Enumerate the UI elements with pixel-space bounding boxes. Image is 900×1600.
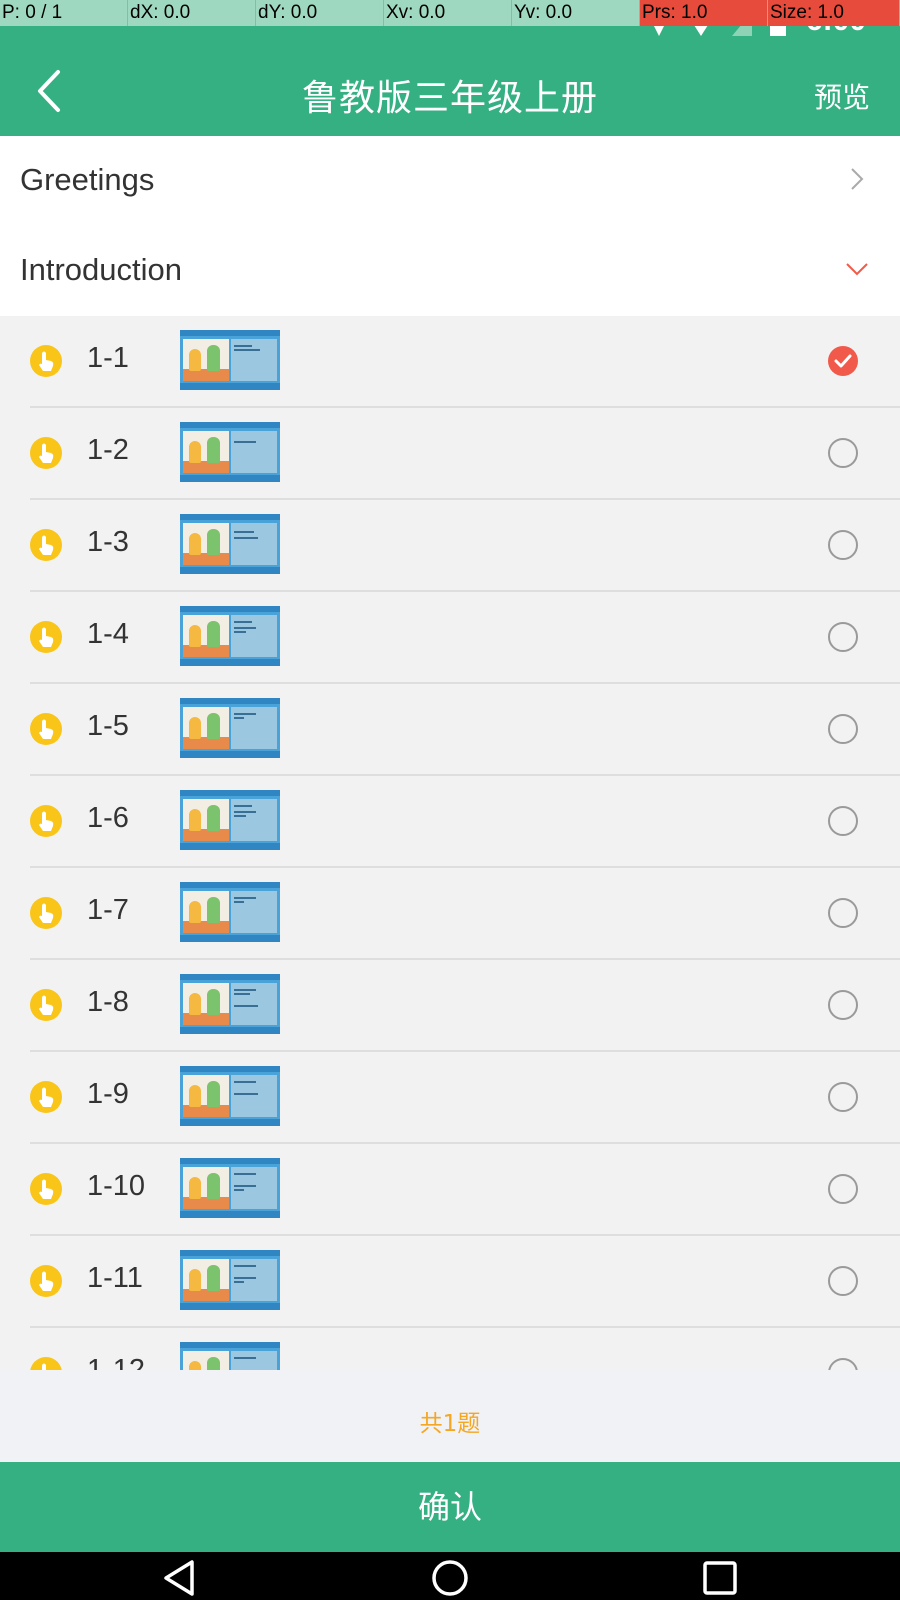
lesson-checkbox[interactable]: [828, 1266, 858, 1296]
lesson-thumbnail: [180, 1250, 280, 1310]
hand-tap-icon: [30, 345, 62, 377]
nav-home-icon[interactable]: [430, 1558, 470, 1598]
lesson-row[interactable]: 1-10: [0, 1144, 900, 1236]
system-nav-bar: [0, 1552, 900, 1600]
lesson-row[interactable]: 1-8: [0, 960, 900, 1052]
nav-recents-icon[interactable]: [700, 1558, 740, 1598]
debug-size: Size: 1.0: [768, 0, 900, 26]
lesson-row[interactable]: 1-11: [0, 1236, 900, 1328]
pointer-debug-overlay: P: 0 / 1 dX: 0.0 dY: 0.0 Xv: 0.0 Yv: 0.0…: [0, 0, 900, 26]
lesson-number: 1-6: [87, 802, 129, 834]
lesson-row[interactable]: 1-6: [0, 776, 900, 868]
lesson-thumbnail: [180, 514, 280, 574]
debug-pointer-count: P: 0 / 1: [0, 0, 128, 26]
lesson-checkbox[interactable]: [828, 806, 858, 836]
lesson-thumbnail: [180, 1158, 280, 1218]
lesson-row[interactable]: 1-5: [0, 684, 900, 776]
debug-yv: Yv: 0.0: [512, 0, 640, 26]
lesson-number: 1-8: [87, 986, 129, 1018]
chevron-down-icon: [846, 263, 868, 276]
lesson-number: 1-7: [87, 894, 129, 926]
lesson-number: 1-1: [87, 342, 129, 374]
chevron-right-icon: [851, 168, 864, 190]
hand-tap-icon: [30, 1081, 62, 1113]
lesson-checkbox[interactable]: [828, 438, 858, 468]
lesson-checkbox[interactable]: [828, 714, 858, 744]
debug-pressure: Prs: 1.0: [640, 0, 768, 26]
hand-tap-icon: [30, 437, 62, 469]
lesson-thumbnail: [180, 882, 280, 942]
lesson-thumbnail: [180, 698, 280, 758]
lesson-row[interactable]: 1-7: [0, 868, 900, 960]
debug-dy: dY: 0.0: [256, 0, 384, 26]
page-title: 鲁教版三年级上册: [301, 78, 598, 119]
lesson-row[interactable]: 1-12: [0, 1328, 900, 1370]
section-label: Introduction: [20, 252, 182, 287]
lesson-checkbox[interactable]: [828, 1358, 858, 1370]
hand-tap-icon: [30, 897, 62, 929]
hand-tap-icon: [30, 1265, 62, 1297]
check-icon: [834, 354, 852, 368]
lesson-number: 1-5: [87, 710, 129, 742]
hand-tap-icon: [30, 1173, 62, 1205]
section-greetings[interactable]: Greetings: [0, 136, 900, 226]
hand-tap-icon: [30, 1357, 62, 1370]
lesson-checkbox[interactable]: [828, 1082, 858, 1112]
lesson-thumbnail: [180, 1066, 280, 1126]
lesson-checkbox[interactable]: [828, 1174, 858, 1204]
lesson-thumbnail: [180, 422, 280, 482]
selection-count: 共1题: [419, 1411, 481, 1437]
hand-tap-icon: [30, 529, 62, 561]
lesson-thumbnail: [180, 330, 280, 390]
hand-tap-icon: [30, 989, 62, 1021]
selection-count-bar: 共1题: [0, 1370, 900, 1462]
lesson-number: 1-10: [87, 1170, 146, 1202]
lesson-thumbnail: [180, 1342, 280, 1370]
section-introduction[interactable]: Introduction: [0, 226, 900, 316]
section-label: Greetings: [20, 162, 155, 197]
lesson-number: 1-2: [87, 434, 129, 466]
app-bar: 鲁教版三年级上册 预览: [0, 26, 900, 136]
lesson-number: 1-4: [87, 618, 129, 650]
lesson-row[interactable]: 1-4: [0, 592, 900, 684]
lesson-row[interactable]: 1-2: [0, 408, 900, 500]
confirm-button[interactable]: 确认: [0, 1462, 900, 1552]
lesson-checkbox-checked[interactable]: [828, 346, 858, 376]
lesson-thumbnail: [180, 974, 280, 1034]
lesson-checkbox[interactable]: [828, 622, 858, 652]
lesson-number: 1-12: [87, 1354, 146, 1370]
nav-back-icon[interactable]: [160, 1558, 200, 1598]
lesson-thumbnail: [180, 606, 280, 666]
lesson-number: 1-9: [87, 1078, 129, 1110]
preview-button[interactable]: 预览: [814, 76, 870, 116]
hand-tap-icon: [30, 713, 62, 745]
hand-tap-icon: [30, 621, 62, 653]
debug-xv: Xv: 0.0: [384, 0, 512, 26]
lesson-checkbox[interactable]: [828, 898, 858, 928]
lesson-checkbox[interactable]: [828, 530, 858, 560]
lesson-row[interactable]: 1-3: [0, 500, 900, 592]
lesson-number: 1-11: [87, 1262, 143, 1294]
lesson-checkbox[interactable]: [828, 990, 858, 1020]
hand-tap-icon: [30, 805, 62, 837]
lesson-number: 1-3: [87, 526, 129, 558]
lesson-list[interactable]: 1-1 1-2 1-3 1-4 1-5 1-6 1-7 1-8 1-9 1-10 1-11 1-12: [0, 316, 900, 1370]
lesson-row[interactable]: 1-9: [0, 1052, 900, 1144]
debug-dx: dX: 0.0: [128, 0, 256, 26]
lesson-row[interactable]: 1-1: [0, 316, 900, 408]
lesson-thumbnail: [180, 790, 280, 850]
